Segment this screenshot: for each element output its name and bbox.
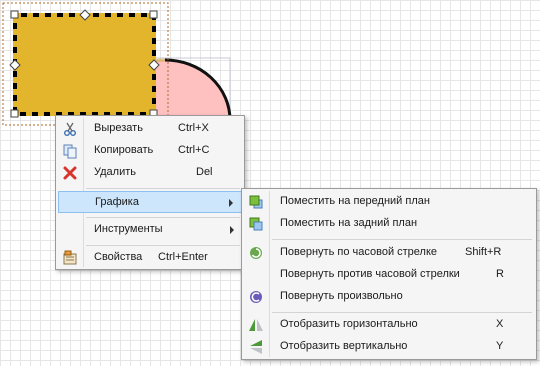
flip-vertical-label: Отобразить вертикально [280,340,408,352]
delete-shortcut: Del [196,166,213,178]
rotate-clockwise-icon [250,247,262,259]
rotate-counterclockwise-shortcut: R [496,268,504,280]
rotate-counterclockwise-label: Повернуть против часовой стрелки [280,268,460,280]
flip-horizontal-label: Отобразить горизонтально [280,318,418,330]
send-to-back-label: Поместить на задний план [280,217,418,229]
menu-item-tools[interactable]: Инструменты [58,219,242,241]
cut-label: Вырезать [94,122,143,134]
handle-top-left [10,10,19,19]
menu-item-properties[interactable]: Свойства Ctrl+Enter [58,247,242,269]
bring-to-front-label: Поместить на передний план [280,195,430,207]
submenu-item-flip-vertical[interactable]: Отобразить вертикально Y [244,336,534,358]
rotate-free-icon [250,291,262,303]
submenu-item-send-to-back[interactable]: Поместить на задний план [244,213,534,235]
menu-item-cut[interactable]: Вырезать Ctrl+X [58,118,242,140]
delete-x-icon [63,166,77,180]
rotate-counterclockwise-icon [248,267,264,283]
menu-item-delete[interactable]: Удалить Del [58,162,242,184]
copy-icon [63,144,77,159]
bring-to-front-icon [249,195,263,209]
menu-item-graphics[interactable]: Графика [58,191,242,213]
rotate-clockwise-label: Повернуть по часовой стрелке [280,246,438,258]
copy-shortcut: Ctrl+C [178,144,210,156]
flip-horizontal-shortcut: X [496,318,504,330]
submenu-arrow-icon [230,226,234,234]
flip-horizontal-icon [249,319,263,331]
handle-top-right [149,10,158,19]
submenu-item-rotate-clockwise[interactable]: Повернуть по часовой стрелке Shift+R [244,242,534,264]
menu-separator [86,188,240,189]
properties-label: Свойства [94,251,143,263]
rotate-free-label: Повернуть произвольно [280,290,403,302]
menu-separator [272,312,532,313]
tools-label: Инструменты [94,223,163,235]
submenu-item-bring-to-front[interactable]: Поместить на передний план [244,191,534,213]
menu-separator [86,217,240,218]
menu-item-copy[interactable]: Копировать Ctrl+C [58,140,242,162]
send-to-back-icon [249,217,263,231]
graphics-label: Графика [95,196,139,208]
properties-shortcut: Ctrl+Enter [158,251,208,263]
flip-vertical-icon [250,340,262,354]
menu-separator [86,245,240,246]
menu-separator [272,239,532,240]
drawing-canvas[interactable]: Вырезать Ctrl+X Копировать Ctrl+C Удалит… [0,0,540,366]
properties-icon [63,250,77,265]
submenu-arrow-icon [229,199,233,207]
rectangle-shape[interactable] [13,13,156,116]
submenu-item-flip-horizontal[interactable]: Отобразить горизонтально X [244,314,534,336]
submenu-item-rotate-counterclockwise[interactable]: Повернуть против часовой стрелки R [244,264,534,286]
handle-bottom-left [10,109,19,118]
delete-label: Удалить [94,166,136,178]
context-menu: Вырезать Ctrl+X Копировать Ctrl+C Удалит… [55,115,245,270]
flip-vertical-shortcut: Y [496,340,504,352]
rotate-clockwise-shortcut: Shift+R [465,246,502,258]
scissors-icon [64,122,76,136]
copy-label: Копировать [94,144,154,156]
submenu-item-rotate-free[interactable]: Повернуть произвольно [244,286,534,308]
cut-shortcut: Ctrl+X [178,122,209,134]
graphics-submenu: Поместить на передний план Поместить на … [241,188,537,360]
